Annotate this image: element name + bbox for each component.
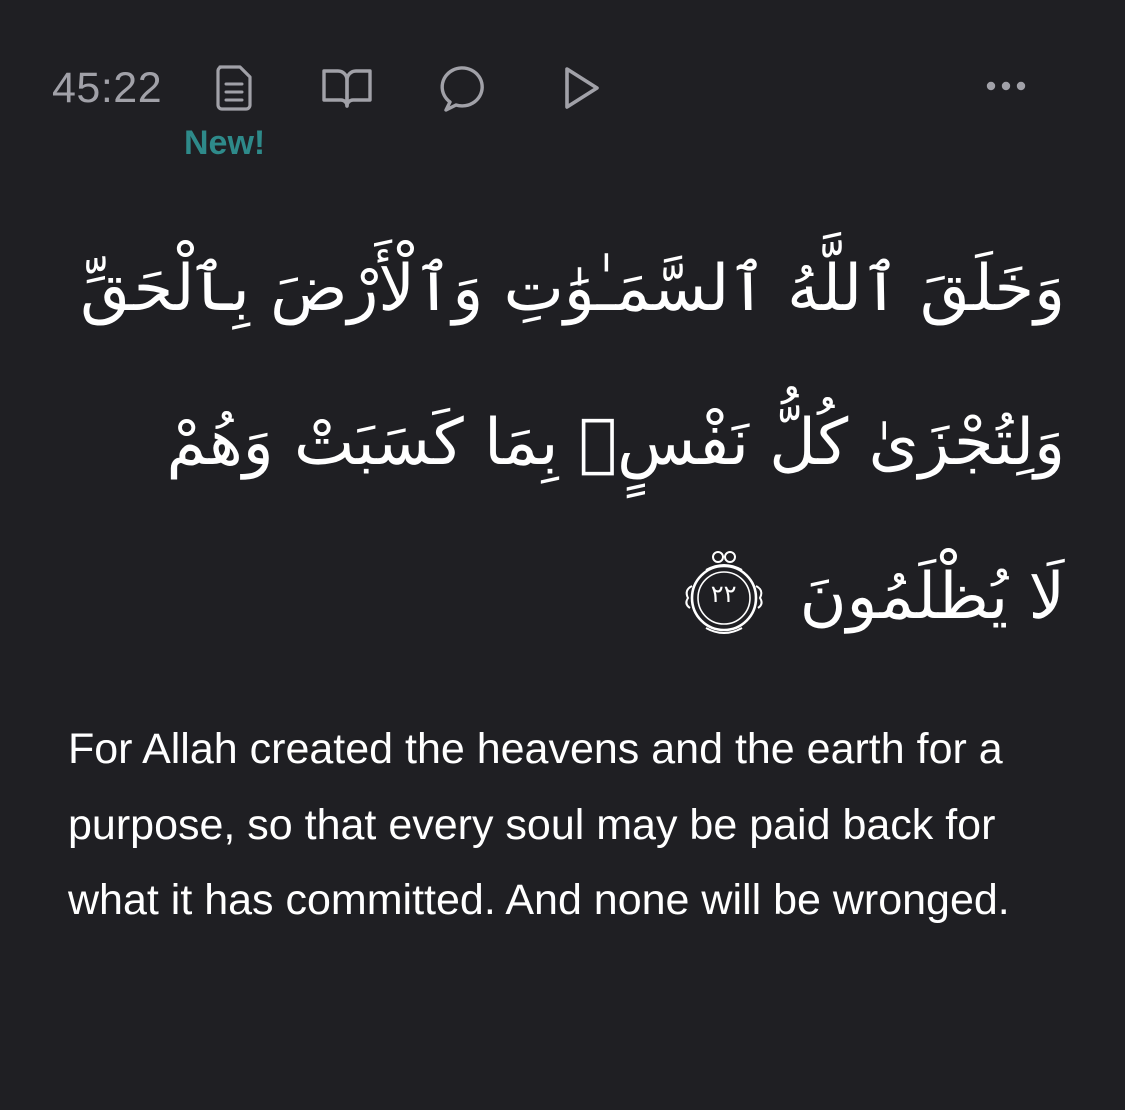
arabic-line-3: لَا يُظْلَمُونَ ٢٢ bbox=[120, 520, 1065, 674]
verse-card: 45:22 New! وَخَلَقَ ٱللَّهُ ٱلسَّمَـٰوَٰ… bbox=[0, 0, 1125, 1110]
play-icon bbox=[565, 67, 599, 109]
verse-translation: For Allah created the heavens and the ea… bbox=[68, 725, 1010, 924]
ayah-number: ٢٢ bbox=[710, 580, 737, 609]
speech-bubble-icon bbox=[440, 66, 484, 112]
more-dots-icon bbox=[986, 81, 1026, 91]
arabic-line-1: وَخَلَقَ ٱللَّهُ ٱلسَّمَـٰوَٰتِ وَٱلْأَر… bbox=[80, 252, 1065, 326]
more-options-button[interactable] bbox=[978, 58, 1034, 114]
arabic-line-2: وَلِتُجْزَىٰ كُلُّ نَفْسٍۭ بِمَا كَسَبَت… bbox=[166, 406, 1065, 480]
reflect-button[interactable] bbox=[437, 60, 493, 116]
new-badge: New! bbox=[184, 124, 266, 162]
arabic-line-3-text: لَا يُظْلَمُونَ bbox=[799, 560, 1065, 634]
arabic-verse: وَخَلَقَ ٱللَّهُ ٱلسَّمَـٰوَٰتِ وَٱلْأَر… bbox=[80, 212, 1065, 674]
play-button[interactable] bbox=[553, 60, 609, 116]
verse-toolbar: 45:22 New! bbox=[0, 0, 1125, 180]
open-book-icon bbox=[322, 69, 372, 108]
reading-button[interactable] bbox=[319, 60, 375, 116]
ayah-end-marker: ٢٢ bbox=[676, 546, 772, 642]
tafsir-document-icon bbox=[216, 65, 252, 111]
tafsir-button[interactable] bbox=[206, 60, 262, 116]
verse-key: 45:22 bbox=[52, 64, 163, 112]
